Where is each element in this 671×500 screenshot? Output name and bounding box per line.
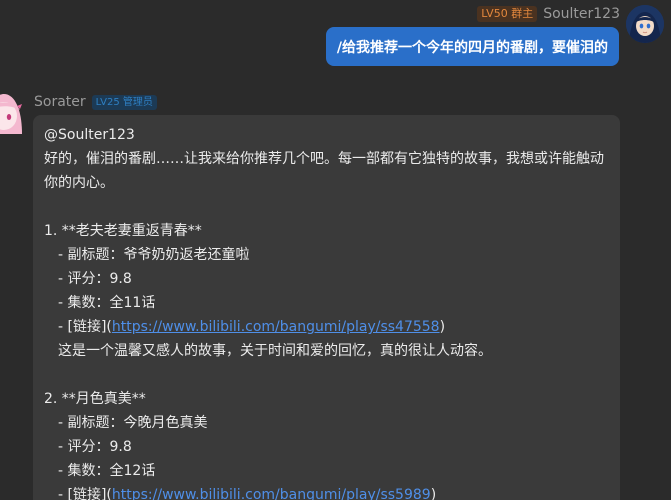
anime-girl-avatar-icon — [626, 5, 664, 43]
pink-anime-avatar-icon — [0, 94, 22, 134]
link-prefix: - [链接]( — [58, 487, 112, 500]
item-title: 2. **月色真美** — [44, 391, 146, 407]
incoming-message-bubble[interactable]: @Soulter123 好的，催泪的番剧……让我来给你推荐几个吧。每一部都有它独… — [33, 115, 620, 500]
outgoing-meta: LV50 群主 Soulter123 — [477, 4, 620, 24]
sender-username[interactable]: Soulter123 — [543, 6, 620, 22]
mention-line: @Soulter123 — [44, 127, 135, 143]
incoming-meta: Sorater LV25 管理员 — [34, 92, 157, 112]
link-suffix: ) — [439, 319, 446, 335]
bot-username[interactable]: Sorater — [34, 94, 86, 110]
item-episodes: - 集数：全12话 — [58, 463, 156, 479]
chat-window: LV50 群主 Soulter123 /给我推荐一个今年的四月的番剧，要催泪的 … — [0, 0, 671, 500]
owner-level-badge: LV50 群主 — [477, 6, 538, 22]
intro-text: 好的，催泪的番剧……让我来给你推荐几个吧。每一部都有它独特的故事，我想或许能触动… — [44, 151, 604, 191]
item-link-line: - [链接](https://www.bilibili.com/bangumi/… — [44, 483, 609, 500]
bilibili-link[interactable]: https://www.bilibili.com/bangumi/play/ss… — [112, 319, 440, 335]
outgoing-message-bubble[interactable]: /给我推荐一个今年的四月的番剧，要催泪的 — [325, 27, 619, 66]
item-episodes: - 集数：全11话 — [58, 295, 156, 311]
link-prefix: - [链接]( — [58, 319, 112, 335]
link-suffix: ) — [430, 487, 437, 500]
bot-avatar-icon[interactable] — [0, 94, 24, 134]
item-title: 1. **老夫老妻重返青春** — [44, 223, 202, 239]
item-rating: - 评分：9.8 — [58, 271, 132, 287]
item-link-line: - [链接](https://www.bilibili.com/bangumi/… — [44, 315, 609, 339]
outgoing-message-text: /给我推荐一个今年的四月的番剧，要催泪的 — [336, 39, 608, 56]
item-subtitle: - 副标题：爷爷奶奶返老还童啦 — [58, 247, 250, 263]
item-description: 这是一个温馨又感人的故事，关于时间和爱的回忆，真的很让人动容。 — [58, 343, 492, 359]
admin-level-badge: LV25 管理员 — [91, 94, 157, 110]
item-subtitle: - 副标题：今晚月色真美 — [58, 415, 208, 431]
bilibili-link[interactable]: https://www.bilibili.com/bangumi/play/ss… — [112, 487, 431, 500]
self-avatar-icon[interactable] — [626, 5, 664, 43]
item-rating: - 评分：9.8 — [58, 439, 132, 455]
